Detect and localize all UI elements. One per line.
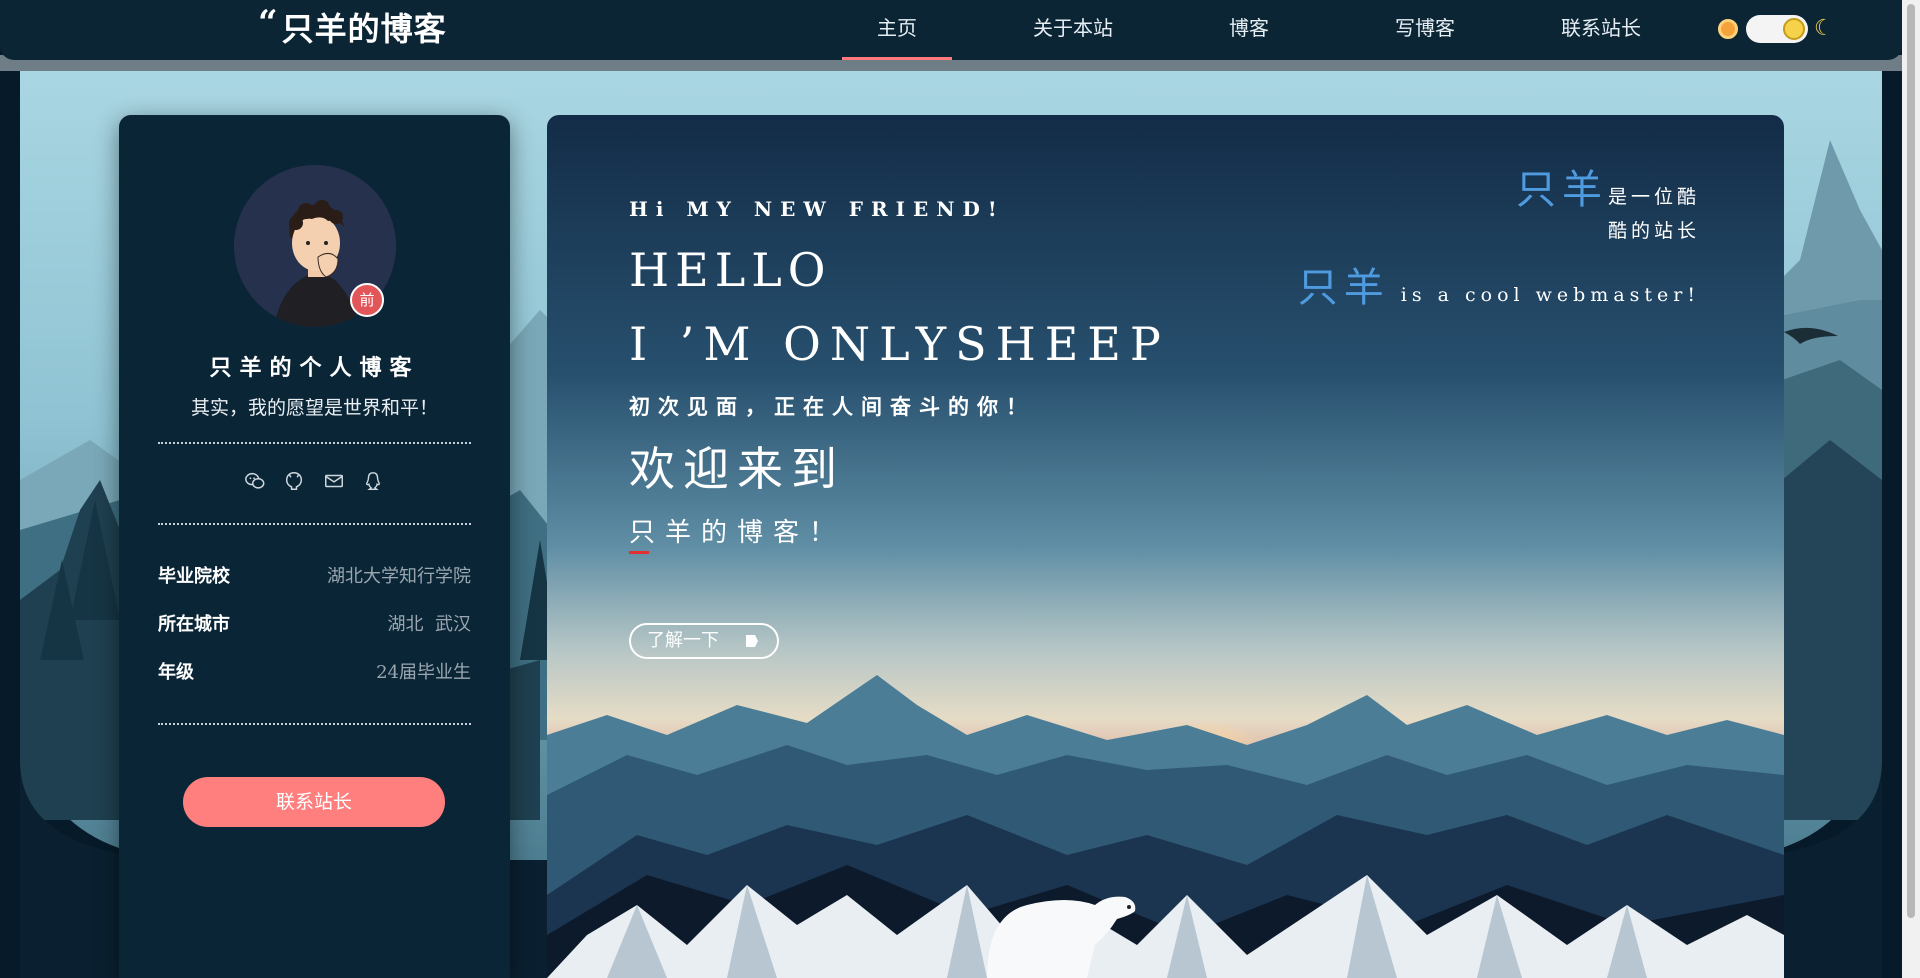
hero-greeting: Hi MY NEW FRIEND! bbox=[629, 197, 1005, 221]
nav-home[interactable]: 主页 bbox=[842, 0, 952, 60]
nav-contact[interactable]: 联系站长 bbox=[1546, 0, 1656, 60]
hero-banner: Hi MY NEW FRIEND! HELLO I ’M ONLYSHEEP 初… bbox=[547, 115, 1784, 978]
profile-motto: 其实，我的愿望是世界和平！ bbox=[190, 397, 438, 419]
profile-title: 只羊的个人博客 bbox=[209, 355, 420, 381]
site-logo[interactable]: “ 只羊的博客 bbox=[258, 4, 447, 54]
info-row-school: 毕业院校 湖北大学知行学院 bbox=[158, 562, 471, 587]
typing-cursor bbox=[629, 551, 649, 554]
intro-text-en: is a cool webmaster! bbox=[1400, 284, 1700, 306]
page-scrollbar[interactable] bbox=[1902, 0, 1920, 978]
hero-intro-en: 只羊 is a cool webmaster! bbox=[1298, 255, 1700, 313]
info-value: 湖北 武汉 bbox=[387, 614, 471, 635]
intro-text-a: 是一位酷 bbox=[1607, 186, 1700, 208]
learn-more-label: 了解一下 bbox=[647, 630, 719, 651]
hero-name: I ’M ONLYSHEEP bbox=[629, 317, 1170, 371]
highlight-name: 只羊 bbox=[1297, 265, 1390, 311]
sun-icon bbox=[1718, 19, 1738, 39]
nav-blog[interactable]: 博客 bbox=[1194, 0, 1304, 60]
divider bbox=[158, 723, 471, 725]
hero-intro-zh: 只羊是一位酷 酷的站长 bbox=[1516, 170, 1700, 248]
nav-write-blog[interactable]: 写博客 bbox=[1370, 0, 1480, 60]
avatar-badge: 前 bbox=[350, 283, 384, 317]
info-row-grade: 年级 24届毕业生 bbox=[158, 658, 471, 683]
theme-switch[interactable] bbox=[1746, 15, 1808, 43]
info-key: 毕业院校 bbox=[158, 566, 230, 587]
logo-text: 只羊的博客 bbox=[281, 10, 447, 48]
info-key: 所在城市 bbox=[158, 614, 230, 635]
hero-first-meet: 初次见面，正在人间奋斗的你！ bbox=[629, 394, 1035, 419]
hero-hello: HELLO bbox=[629, 243, 832, 297]
info-key: 年级 bbox=[158, 662, 194, 683]
social-links bbox=[244, 470, 384, 496]
hero-welcome: 欢迎来到 bbox=[629, 442, 845, 496]
mail-icon[interactable] bbox=[323, 470, 345, 492]
top-navbar: “ 只羊的博客 主页 关于本站 博客 写博客 联系站长 ☾ bbox=[0, 0, 1902, 60]
divider bbox=[158, 442, 471, 444]
nav-about[interactable]: 关于本站 bbox=[1018, 0, 1128, 60]
profile-card: 前 只羊的个人博客 其实，我的愿望是世界和平！ 毕业院校 湖北大学知行学院 所在… bbox=[119, 115, 510, 978]
contact-webmaster-button[interactable]: 联系站长 bbox=[183, 777, 445, 827]
intro-text-b: 酷的站长 bbox=[1607, 220, 1700, 242]
divider bbox=[158, 523, 471, 525]
scrollbar-thumb[interactable] bbox=[1907, 4, 1915, 918]
logo-quote-mark: “ bbox=[258, 3, 278, 43]
hero-blog-name: 只羊的博客！ bbox=[629, 518, 846, 548]
moon-icon: ☾ bbox=[1814, 16, 1834, 41]
highlight-name: 只羊 bbox=[1515, 167, 1608, 213]
theme-toggle[interactable]: ☾ bbox=[1718, 15, 1834, 43]
qq-icon[interactable] bbox=[362, 470, 384, 492]
info-value: 24届毕业生 bbox=[376, 662, 471, 683]
github-icon[interactable] bbox=[283, 470, 305, 492]
wechat-icon[interactable] bbox=[244, 470, 266, 492]
info-value: 湖北大学知行学院 bbox=[327, 566, 471, 587]
learn-more-button[interactable]: 了解一下 bbox=[629, 623, 779, 659]
switch-knob bbox=[1783, 18, 1805, 40]
play-icon bbox=[746, 635, 758, 647]
info-row-city: 所在城市 湖北 武汉 bbox=[158, 610, 471, 635]
